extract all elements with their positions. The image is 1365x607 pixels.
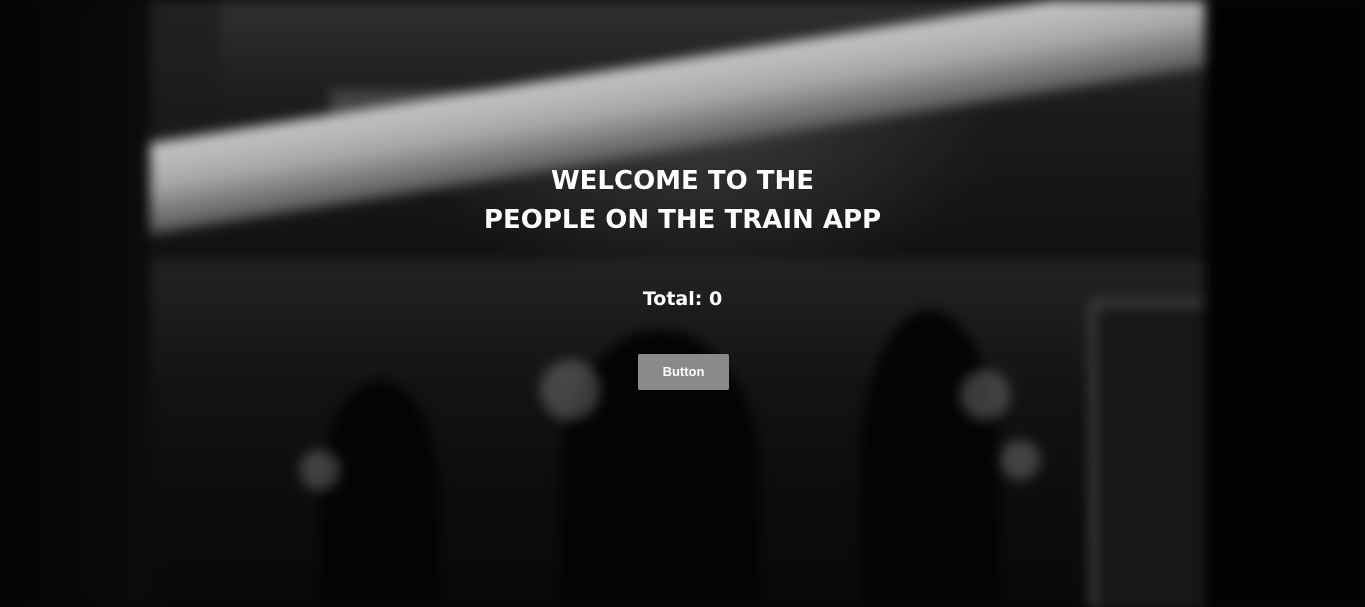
title-line-2: PEOPLE ON THE TRAIN APP [483, 205, 882, 235]
hero-section: WELCOME TO THE PEOPLE ON THE TRAIN APP T… [0, 0, 1365, 607]
page: WELCOME TO THE PEOPLE ON THE TRAIN APP T… [0, 0, 1365, 607]
page-title: WELCOME TO THE PEOPLE ON THE TRAIN APP [0, 162, 1365, 240]
total-counter: Total: 0 [642, 288, 723, 310]
title-line-1: WELCOME TO THE [550, 166, 815, 196]
increment-button[interactable]: Button [638, 354, 729, 390]
